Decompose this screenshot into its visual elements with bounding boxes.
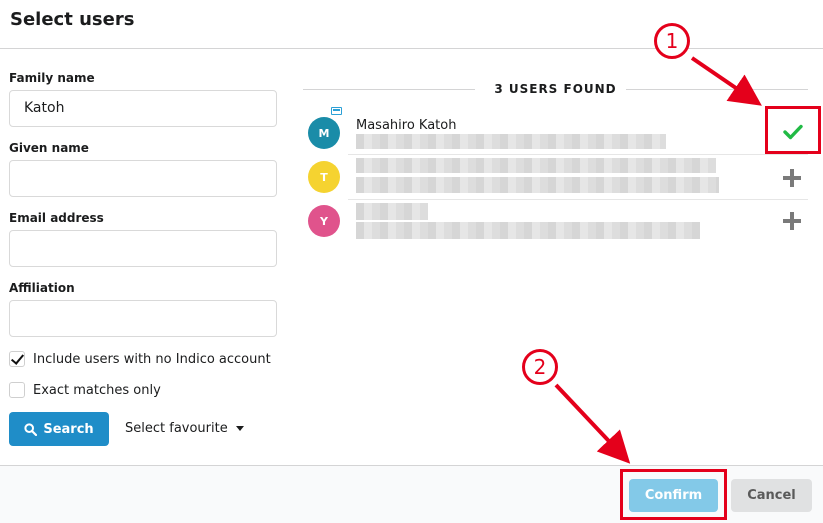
exact-matches-label: Exact matches only	[33, 382, 161, 398]
redacted-email	[356, 134, 666, 149]
email-input[interactable]	[9, 230, 277, 267]
select-favourite-label: Select favourite	[125, 421, 228, 436]
redacted-email	[356, 177, 719, 193]
avatar-initial: Y	[320, 214, 328, 228]
affiliation-input[interactable]	[9, 300, 277, 337]
avatar-initial: M	[318, 126, 330, 140]
redacted-name	[356, 203, 428, 220]
user-row: M Masahiro Katoh	[303, 107, 808, 155]
select-favourite-dropdown[interactable]: Select favourite	[125, 421, 244, 436]
cancel-button[interactable]: Cancel	[731, 479, 812, 512]
given-name-input[interactable]	[9, 160, 277, 197]
add-user-icon[interactable]	[783, 212, 801, 230]
results-heading: 3 USERS FOUND	[303, 82, 808, 98]
family-name-input[interactable]: Katoh	[9, 90, 277, 127]
include-no-account-option[interactable]: Include users with no Indico account	[9, 351, 271, 367]
include-no-account-label: Include users with no Indico account	[33, 351, 271, 367]
redacted-email	[356, 222, 700, 239]
avatar: Y	[308, 205, 340, 237]
user-row: Y	[303, 200, 808, 246]
highlight-box-step1	[765, 106, 821, 154]
step-2-marker: 2	[522, 349, 558, 385]
highlight-box-step2	[620, 469, 727, 520]
given-name-label: Given name	[9, 141, 89, 155]
avatar: T	[308, 161, 340, 193]
select-users-dialog: Select users Family name Katoh Given nam…	[0, 0, 823, 523]
step-1-marker: 1	[654, 23, 690, 59]
avatar: M	[308, 117, 340, 149]
search-icon	[24, 422, 38, 436]
user-row: T	[303, 155, 808, 200]
user-name: Masahiro Katoh	[356, 118, 457, 133]
caret-down-icon	[235, 426, 244, 431]
family-name-label: Family name	[9, 71, 95, 85]
arrow-step2	[554, 383, 631, 464]
redacted-name	[356, 158, 716, 173]
exact-matches-option[interactable]: Exact matches only	[9, 382, 161, 398]
dialog-title: Select users	[10, 9, 135, 30]
include-no-account-checkbox[interactable]	[9, 351, 25, 367]
avatar-initial: T	[320, 170, 328, 184]
heading-divider-right	[626, 89, 808, 90]
dialog-header: Select users	[0, 0, 823, 49]
email-label: Email address	[9, 211, 104, 225]
affiliation-label: Affiliation	[9, 281, 75, 295]
search-button[interactable]: Search	[9, 412, 109, 446]
account-badge-icon	[331, 107, 342, 115]
add-user-icon[interactable]	[783, 169, 801, 187]
search-button-label: Search	[43, 421, 94, 437]
exact-matches-checkbox[interactable]	[9, 382, 25, 398]
